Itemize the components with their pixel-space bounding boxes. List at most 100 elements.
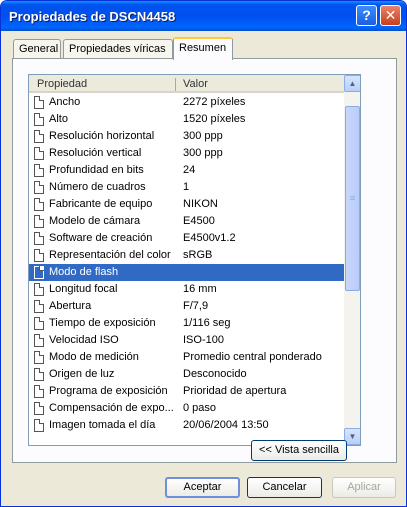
document-icon (34, 113, 44, 126)
property-name: Modelo de cámara (49, 215, 141, 227)
list-item[interactable]: Ancho 2272 píxeles (29, 94, 344, 111)
list-header: Propiedad Valor (29, 75, 344, 93)
list-item[interactable]: Modelo de cámara E4500 (29, 213, 344, 230)
property-value: ISO-100 (183, 334, 224, 346)
document-icon (34, 283, 44, 296)
column-header-value[interactable]: Valor (183, 78, 208, 90)
document-icon (34, 198, 44, 211)
list-item[interactable]: Programa de exposición Prioridad de apert… (29, 383, 344, 400)
property-value: 0 paso (183, 402, 217, 414)
document-icon (34, 164, 44, 177)
property-value: E4500v1.2 (183, 232, 236, 244)
tab-propiedades-viricas[interactable]: Propiedades víricas (63, 39, 173, 58)
list-item[interactable]: Modo de flash (29, 264, 344, 281)
property-name: Origen de luz (49, 368, 115, 380)
list-item[interactable]: Resolución vertical 300 ppp (29, 145, 344, 162)
resumen-panel: Propiedad Valor Ancho 2272 píxeles Alto 152… (12, 58, 397, 463)
property-name: Modo de medición (49, 351, 139, 363)
scroll-up-icon[interactable]: ▲ (344, 75, 360, 92)
document-icon (34, 368, 44, 381)
property-value: 1520 píxeles (183, 113, 246, 125)
property-value: sRGB (183, 249, 213, 261)
document-icon (34, 419, 44, 432)
document-icon (34, 181, 44, 194)
list-item[interactable]: Imagen tomada el día 20/06/2004 13:50 (29, 417, 344, 434)
document-icon (34, 147, 44, 160)
column-divider[interactable] (175, 78, 176, 91)
list-rows: Ancho 2272 píxeles Alto 1520 píxeles Resoluc… (29, 94, 344, 434)
property-name: Ancho (49, 96, 81, 108)
property-name: Imagen tomada el día (49, 419, 156, 431)
property-value: 1/116 seg (183, 317, 231, 329)
ok-button[interactable]: Aceptar (165, 477, 240, 498)
cancel-button[interactable]: Cancelar (247, 477, 322, 498)
column-header-property[interactable]: Propiedad (37, 78, 87, 90)
property-name: Profundidad en bits (49, 164, 144, 176)
property-value: Desconocido (183, 368, 247, 380)
document-icon (34, 317, 44, 330)
list-item[interactable]: Velocidad ISO ISO-100 (29, 332, 344, 349)
document-icon (34, 96, 44, 109)
list-item[interactable]: Software de creación E4500v1.2 (29, 230, 344, 247)
property-value: Promedio central ponderado (183, 351, 322, 363)
property-name: Número de cuadros (49, 181, 146, 193)
vertical-scrollbar[interactable]: ▲ ≡ ▼ (344, 75, 360, 445)
property-name: Representación del color (49, 249, 171, 261)
tab-resumen[interactable]: Resumen (173, 37, 233, 60)
close-button[interactable]: ✕ (380, 5, 401, 26)
property-value: E4500 (183, 215, 215, 227)
property-name: Resolución vertical (49, 147, 142, 159)
list-item[interactable]: Profundidad en bits 24 (29, 162, 344, 179)
list-item[interactable]: Fabricante de equipo NIKON (29, 196, 344, 213)
property-name: Programa de exposición (49, 385, 168, 397)
list-item[interactable]: Compensación de expo... 0 paso (29, 400, 344, 417)
property-name: Alto (49, 113, 68, 125)
property-name: Modo de flash (49, 266, 119, 278)
property-value: 20/06/2004 13:50 (183, 419, 269, 431)
document-icon (34, 385, 44, 398)
simple-view-button[interactable]: << Vista sencilla (251, 440, 347, 461)
list-item[interactable]: Resolución horizontal 300 ppp (29, 128, 344, 145)
document-icon (34, 215, 44, 228)
window-title: Propiedades de DSCN4458 (9, 9, 176, 24)
property-value: 2272 píxeles (183, 96, 246, 108)
document-icon (34, 402, 44, 415)
list-item[interactable]: Longitud focal 16 mm (29, 281, 344, 298)
list-item[interactable]: Número de cuadros 1 (29, 179, 344, 196)
list-item[interactable]: Tiempo de exposición 1/116 seg (29, 315, 344, 332)
document-icon (34, 266, 44, 279)
scroll-thumb[interactable]: ≡ (345, 106, 360, 291)
property-name: Tiempo de exposición (49, 317, 156, 329)
properties-dialog: Propiedades de DSCN4458 ? ✕ General Prop… (0, 0, 407, 507)
list-item[interactable]: Modo de medición Promedio central pondera… (29, 349, 344, 366)
properties-list[interactable]: Propiedad Valor Ancho 2272 píxeles Alto 152… (28, 74, 361, 446)
property-name: Software de creación (49, 232, 153, 244)
property-value: 24 (183, 164, 196, 176)
tab-general[interactable]: General (13, 39, 61, 58)
property-name: Abertura (49, 300, 92, 312)
document-icon (34, 232, 44, 245)
property-name: Resolución horizontal (49, 130, 155, 142)
property-value: Prioridad de apertura (183, 385, 287, 397)
document-icon (34, 130, 44, 143)
document-icon (34, 249, 44, 262)
list-item[interactable]: Representación del color sRGB (29, 247, 344, 264)
property-name: Compensación de expo... (49, 402, 174, 414)
property-name: Longitud focal (49, 283, 118, 295)
property-value: 16 mm (183, 283, 217, 295)
property-value: 1 (183, 181, 190, 193)
list-item[interactable]: Origen de luz Desconocido (29, 366, 344, 383)
property-value: 300 ppp (183, 130, 223, 142)
list-item[interactable]: Alto 1520 píxeles (29, 111, 344, 128)
document-icon (34, 334, 44, 347)
document-icon (34, 300, 44, 313)
list-item[interactable]: Abertura F/7,9 (29, 298, 344, 315)
property-name: Velocidad ISO (49, 334, 119, 346)
property-value: NIKON (183, 198, 218, 210)
document-icon (34, 351, 44, 364)
help-button[interactable]: ? (356, 5, 377, 26)
apply-button: Aplicar (332, 477, 396, 498)
property-name: Fabricante de equipo (49, 198, 153, 210)
property-value: F/7,9 (183, 300, 209, 312)
title-bar[interactable]: Propiedades de DSCN4458 ? ✕ (1, 1, 406, 31)
